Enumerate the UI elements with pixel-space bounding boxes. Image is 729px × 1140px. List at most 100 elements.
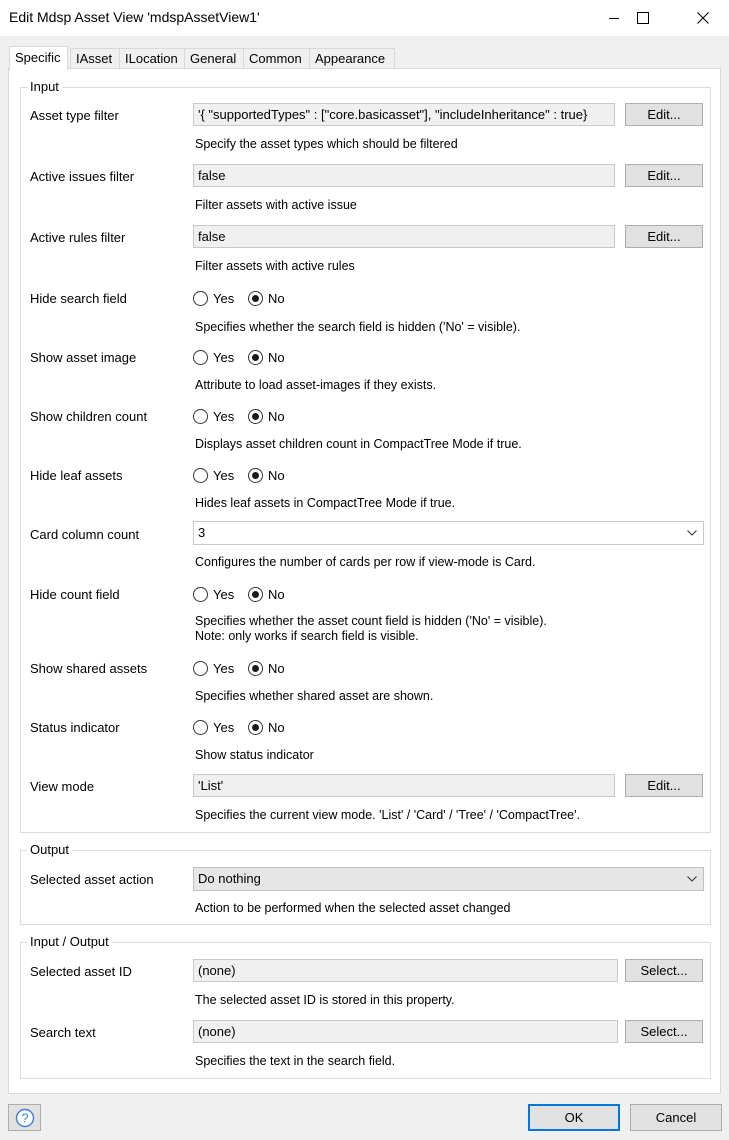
active-issues-filter-edit-button[interactable]: Edit... xyxy=(625,164,703,187)
asset-type-filter-label: Asset type filter xyxy=(30,108,119,123)
search-text-select-button[interactable]: Select... xyxy=(625,1020,703,1043)
hide-count-field-desc: Specifies whether the asset count field … xyxy=(195,614,547,628)
svg-text:?: ? xyxy=(21,1110,28,1125)
radio-yes-label: Yes xyxy=(213,349,235,365)
title-bar: Edit Mdsp Asset View 'mdspAssetView1' xyxy=(0,0,729,36)
show-children-count-desc: Displays asset children count in Compact… xyxy=(195,437,522,451)
radio-no-label: No xyxy=(268,408,285,424)
hide-search-field-yes-radio[interactable]: Yes xyxy=(193,290,234,306)
radio-no-label: No xyxy=(268,290,285,306)
tab-common[interactable]: Common xyxy=(243,48,310,69)
show-asset-image-yes-radio[interactable]: Yes xyxy=(193,349,234,365)
radio-checked-icon xyxy=(248,349,263,365)
asset-type-filter-edit-button[interactable]: Edit... xyxy=(625,103,703,126)
show-asset-image-label: Show asset image xyxy=(30,350,137,365)
input-group-title: Input xyxy=(27,79,62,94)
view-mode-edit-button[interactable]: Edit... xyxy=(625,774,703,797)
ok-button[interactable]: OK xyxy=(528,1104,620,1131)
close-icon xyxy=(697,12,709,24)
show-children-count-no-radio[interactable]: No xyxy=(248,408,285,424)
close-button[interactable] xyxy=(680,0,726,36)
radio-unchecked-icon xyxy=(193,586,208,602)
radio-yes-label: Yes xyxy=(213,467,235,483)
hide-count-field-no-radio[interactable]: No xyxy=(248,586,285,602)
radio-no-label: No xyxy=(268,719,285,735)
input-output-group: Input / Output Selected asset ID (none) … xyxy=(20,934,711,1079)
tab-general[interactable]: General xyxy=(184,48,244,69)
status-indicator-label: Status indicator xyxy=(30,720,120,735)
hide-search-field-no-radio[interactable]: No xyxy=(248,290,285,306)
search-text-desc: Specifies the text in the search field. xyxy=(195,1054,396,1068)
active-rules-filter-edit-button[interactable]: Edit... xyxy=(625,225,703,248)
search-text-field[interactable]: (none) xyxy=(193,1020,618,1043)
radio-no-label: No xyxy=(268,467,285,483)
show-shared-assets-no-radio[interactable]: No xyxy=(248,660,285,676)
show-shared-assets-label: Show shared assets xyxy=(30,661,148,676)
tab-ilocation[interactable]: ILocation xyxy=(119,48,185,69)
card-column-count-label: Card column count xyxy=(30,527,140,542)
active-rules-filter-field[interactable]: false xyxy=(193,225,615,248)
selected-asset-id-select-button[interactable]: Select... xyxy=(625,959,703,982)
tab-panel-specific: Input Asset type filter '{ "supportedTyp… xyxy=(8,68,721,1094)
radio-no-label: No xyxy=(268,660,285,676)
show-children-count-yes-radio[interactable]: Yes xyxy=(193,408,234,424)
radio-checked-icon xyxy=(248,660,263,676)
selected-asset-action-select[interactable]: Do nothing xyxy=(193,867,704,891)
show-asset-image-no-radio[interactable]: No xyxy=(248,349,285,365)
card-column-count-select[interactable]: 3 xyxy=(193,521,704,545)
selected-asset-action-value: Do nothing xyxy=(198,871,261,886)
view-mode-label: View mode xyxy=(30,779,95,794)
input-group: Input Asset type filter '{ "supportedTyp… xyxy=(20,79,711,833)
hide-leaf-assets-no-radio[interactable]: No xyxy=(248,467,285,483)
help-button[interactable]: ? xyxy=(8,1104,41,1131)
tab-specific[interactable]: Specific xyxy=(9,46,68,70)
output-group: Output Selected asset action Do nothing … xyxy=(20,842,711,925)
hide-search-field-label: Hide search field xyxy=(30,291,127,306)
window-title: Edit Mdsp Asset View 'mdspAssetView1' xyxy=(9,9,260,25)
tab-appearance[interactable]: Appearance xyxy=(309,48,395,69)
tab-iasset[interactable]: IAsset xyxy=(70,48,120,69)
asset-type-filter-desc: Specify the asset types which should be … xyxy=(195,137,458,151)
cancel-button[interactable]: Cancel xyxy=(630,1104,722,1131)
radio-checked-icon xyxy=(248,719,263,735)
radio-yes-label: Yes xyxy=(213,586,235,602)
maximize-button[interactable] xyxy=(620,0,666,36)
radio-yes-label: Yes xyxy=(213,660,235,676)
active-rules-filter-label: Active rules filter xyxy=(30,230,126,245)
asset-type-filter-field[interactable]: '{ "supportedTypes" : ["core.basicasset"… xyxy=(193,103,615,126)
input-output-group-title: Input / Output xyxy=(27,934,112,949)
selected-asset-id-label: Selected asset ID xyxy=(30,964,132,979)
show-shared-assets-desc: Specifies whether shared asset are shown… xyxy=(195,689,434,703)
search-text-label: Search text xyxy=(30,1025,96,1040)
radio-yes-label: Yes xyxy=(213,719,235,735)
hide-leaf-assets-desc: Hides leaf assets in CompactTree Mode if… xyxy=(195,496,456,510)
selected-asset-id-field[interactable]: (none) xyxy=(193,959,618,982)
hide-count-field-yes-radio[interactable]: Yes xyxy=(193,586,234,602)
selected-asset-action-desc: Action to be performed when the selected… xyxy=(195,901,511,915)
selected-asset-action-label: Selected asset action xyxy=(30,872,154,887)
hide-leaf-assets-yes-radio[interactable]: Yes xyxy=(193,467,234,483)
card-column-count-value: 3 xyxy=(198,525,206,540)
help-icon: ? xyxy=(15,1108,34,1127)
show-asset-image-desc: Attribute to load asset-images if they e… xyxy=(195,378,437,392)
view-mode-desc: Specifies the current view mode. 'List' … xyxy=(195,808,580,822)
radio-no-label: No xyxy=(268,349,285,365)
active-issues-filter-desc: Filter assets with active issue xyxy=(195,198,357,212)
show-children-count-label: Show children count xyxy=(30,409,148,424)
status-indicator-yes-radio[interactable]: Yes xyxy=(193,719,234,735)
status-indicator-no-radio[interactable]: No xyxy=(248,719,285,735)
view-mode-field[interactable]: 'List' xyxy=(193,774,615,797)
radio-checked-icon xyxy=(248,290,263,306)
radio-yes-label: Yes xyxy=(213,408,235,424)
output-group-title: Output xyxy=(27,842,73,857)
status-indicator-desc: Show status indicator xyxy=(195,748,314,762)
radio-checked-icon xyxy=(248,408,263,424)
active-issues-filter-field[interactable]: false xyxy=(193,164,615,187)
radio-unchecked-icon xyxy=(193,719,208,735)
radio-unchecked-icon xyxy=(193,290,208,306)
radio-unchecked-icon xyxy=(193,467,208,483)
show-shared-assets-yes-radio[interactable]: Yes xyxy=(193,660,234,676)
chevron-down-icon xyxy=(685,522,699,544)
radio-unchecked-icon xyxy=(193,408,208,424)
radio-no-label: No xyxy=(268,586,285,602)
